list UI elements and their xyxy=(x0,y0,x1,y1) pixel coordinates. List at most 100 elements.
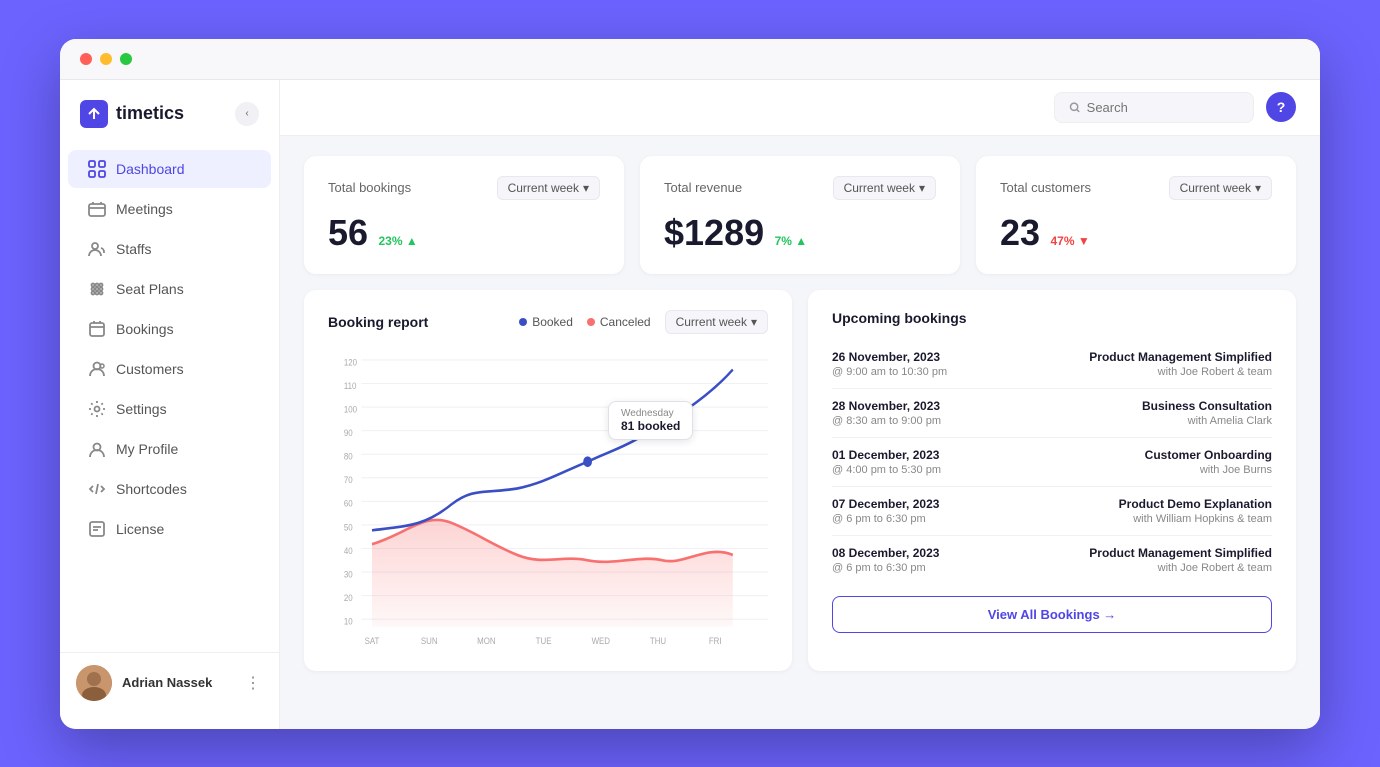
chart-svg: 120 110 100 90 80 70 60 50 40 30 20 xyxy=(328,346,768,646)
shortcodes-icon xyxy=(88,480,106,498)
svg-text:20: 20 xyxy=(344,592,353,603)
svg-text:120: 120 xyxy=(344,356,357,367)
sidebar-item-customers[interactable]: Customers xyxy=(68,350,271,388)
svg-text:THU: THU xyxy=(650,635,666,646)
period-selector-customers[interactable]: Current week ▾ xyxy=(1169,176,1272,200)
svg-text:30: 30 xyxy=(344,568,353,579)
svg-text:SUN: SUN xyxy=(421,635,438,646)
minimize-dot[interactable] xyxy=(100,53,112,65)
booking-time: @ 6 pm to 6:30 pm xyxy=(832,562,939,574)
avatar xyxy=(76,665,112,701)
topbar: ? xyxy=(280,80,1320,136)
canceled-dot xyxy=(587,318,595,326)
settings-icon xyxy=(88,400,106,418)
booking-date: 28 November, 2023 xyxy=(832,399,941,413)
booking-time: @ 8:30 am to 9:00 pm xyxy=(832,415,941,427)
sidebar-item-settings[interactable]: Settings xyxy=(68,390,271,428)
logo-icon xyxy=(80,100,108,128)
svg-text:100: 100 xyxy=(344,403,357,414)
booking-time: @ 4:00 pm to 5:30 pm xyxy=(832,464,941,476)
user-name: Adrian Nassek xyxy=(122,675,233,690)
booking-item: 28 November, 2023 @ 8:30 am to 9:00 pm B… xyxy=(832,389,1272,438)
booking-event: Customer Onboarding xyxy=(1145,448,1272,462)
svg-text:80: 80 xyxy=(344,450,353,461)
period-selector-bookings[interactable]: Current week ▾ xyxy=(497,176,600,200)
upcoming-bookings-title: Upcoming bookings xyxy=(832,310,1272,326)
avatar-image xyxy=(76,665,112,701)
sidebar-item-dashboard[interactable]: Dashboard xyxy=(68,150,271,188)
stat-value: 23 47% ▼ xyxy=(1000,212,1272,254)
sidebar-item-meetings[interactable]: Meetings xyxy=(68,190,271,228)
dashboard-icon xyxy=(88,160,106,178)
svg-text:TUE: TUE xyxy=(536,635,552,646)
svg-text:90: 90 xyxy=(344,427,353,438)
view-all-bookings-button[interactable]: View All Bookings → xyxy=(832,596,1272,633)
period-selector-revenue[interactable]: Current week ▾ xyxy=(833,176,936,200)
chart-legend: Booked Canceled Current week ▾ xyxy=(519,310,768,334)
sidebar-item-staffs[interactable]: Staffs xyxy=(68,230,271,268)
customers-icon xyxy=(88,360,106,378)
sidebar-item-license[interactable]: License xyxy=(68,510,271,548)
app-window: timetics ‹ Dashboard Meetings xyxy=(60,39,1320,729)
stat-card-bookings: Total bookings Current week ▾ 56 23% ▲ xyxy=(304,156,624,274)
titlebar xyxy=(60,39,1320,80)
upcoming-bookings-card: Upcoming bookings 26 November, 2023 @ 9:… xyxy=(808,290,1296,671)
sidebar-footer: Adrian Nassek ⋮ xyxy=(60,652,279,713)
chart-container: Wednesday 81 booked 120 110 100 90 80 70 xyxy=(328,346,768,651)
svg-text:70: 70 xyxy=(344,474,353,485)
close-dot[interactable] xyxy=(80,53,92,65)
booking-with: with Joe Burns xyxy=(1145,464,1272,476)
stats-row: Total bookings Current week ▾ 56 23% ▲ xyxy=(304,156,1296,274)
stat-badge-bookings: 23% ▲ xyxy=(379,234,418,248)
chart-period-selector[interactable]: Current week ▾ xyxy=(665,310,768,334)
stat-value: 56 23% ▲ xyxy=(328,212,600,254)
svg-text:MON: MON xyxy=(477,635,495,646)
sidebar-item-label: Dashboard xyxy=(116,161,185,177)
sidebar-item-seat-plans[interactable]: Seat Plans xyxy=(68,270,271,308)
svg-text:FRI: FRI xyxy=(709,635,722,646)
svg-text:SAT: SAT xyxy=(365,635,380,646)
sidebar-item-bookings[interactable]: Bookings xyxy=(68,310,271,348)
bottom-row: Booking report Booked Canceled xyxy=(304,290,1296,671)
svg-text:40: 40 xyxy=(344,545,353,556)
search-box[interactable] xyxy=(1054,92,1254,123)
collapse-sidebar-button[interactable]: ‹ xyxy=(235,102,259,126)
booking-item: 07 December, 2023 @ 6 pm to 6:30 pm Prod… xyxy=(832,487,1272,536)
my-profile-icon xyxy=(88,440,106,458)
legend-canceled: Canceled xyxy=(587,315,651,329)
meetings-icon xyxy=(88,200,106,218)
sidebar-item-label: Shortcodes xyxy=(116,481,187,497)
booking-date: 08 December, 2023 xyxy=(832,546,939,560)
license-icon xyxy=(88,520,106,538)
maximize-dot[interactable] xyxy=(120,53,132,65)
booking-time: @ 6 pm to 6:30 pm xyxy=(832,513,939,525)
sidebar-item-label: Bookings xyxy=(116,321,174,337)
sidebar-item-label: Seat Plans xyxy=(116,281,184,297)
seat-plans-icon xyxy=(88,280,106,298)
stat-title: Total bookings xyxy=(328,180,411,195)
booking-event: Product Management Simplified xyxy=(1089,350,1272,364)
user-more-button[interactable]: ⋮ xyxy=(243,673,263,693)
nav-items: Dashboard Meetings Staffs xyxy=(60,148,279,652)
sidebar-item-shortcodes[interactable]: Shortcodes xyxy=(68,470,271,508)
sidebar-item-my-profile[interactable]: My Profile xyxy=(68,430,271,468)
svg-text:10: 10 xyxy=(344,615,353,626)
logo-text: timetics xyxy=(116,103,184,124)
help-button[interactable]: ? xyxy=(1266,92,1296,122)
booking-with: with Joe Robert & team xyxy=(1089,366,1272,378)
booking-date: 01 December, 2023 xyxy=(832,448,941,462)
booking-date: 07 December, 2023 xyxy=(832,497,939,511)
sidebar-item-label: Customers xyxy=(116,361,184,377)
booking-report-card: Booking report Booked Canceled xyxy=(304,290,792,671)
stat-title: Total revenue xyxy=(664,180,742,195)
stat-value: $1289 7% ▲ xyxy=(664,212,936,254)
booked-dot xyxy=(519,318,527,326)
stat-card-customers: Total customers Current week ▾ 23 47% ▼ xyxy=(976,156,1296,274)
booking-item: 26 November, 2023 @ 9:00 am to 10:30 pm … xyxy=(832,340,1272,389)
search-icon xyxy=(1069,101,1081,114)
booking-event: Product Demo Explanation xyxy=(1119,497,1272,511)
search-input[interactable] xyxy=(1087,100,1239,115)
booking-with: with Joe Robert & team xyxy=(1089,562,1272,574)
sidebar-item-label: Settings xyxy=(116,401,167,417)
booking-item: 01 December, 2023 @ 4:00 pm to 5:30 pm C… xyxy=(832,438,1272,487)
